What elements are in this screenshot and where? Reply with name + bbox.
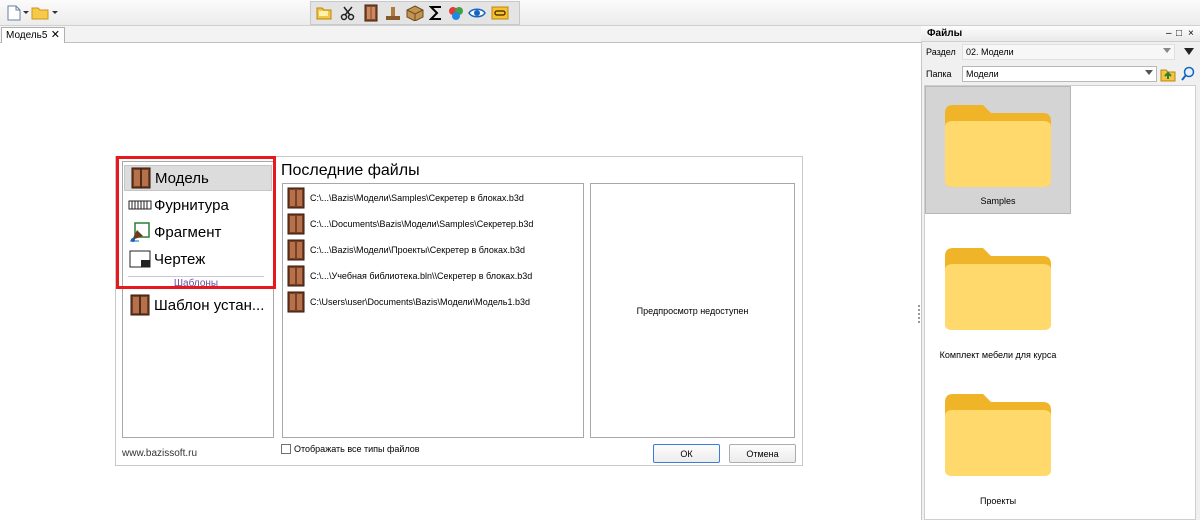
cabinet-icon[interactable] <box>361 3 381 23</box>
recent-file-path: C:\...\Учебная библиотека.bln\\Секретер … <box>310 271 533 281</box>
folder-icon <box>943 388 1053 481</box>
open-folder-icon[interactable] <box>30 3 50 23</box>
recent-file-path: C:\...\Documents\Bazis\Модели\Samples\Се… <box>310 219 534 229</box>
palette-icon[interactable] <box>446 3 466 23</box>
stamp-icon[interactable] <box>383 3 403 23</box>
checkbox-box[interactable] <box>281 444 291 454</box>
model-cabinet-icon <box>285 290 307 314</box>
open-dropdown-arrow[interactable] <box>52 11 58 14</box>
folder-icon <box>943 99 1053 192</box>
folder-item-samples[interactable]: Samples <box>925 86 1071 214</box>
document-tab-label: Модель5 <box>6 30 48 41</box>
preview-pane: Предпросмотр недоступен <box>590 183 795 438</box>
template-item[interactable]: Шаблон устан... <box>124 292 272 318</box>
recent-file-item[interactable]: C:\...\Documents\Bazis\Модели\Samples\Се… <box>285 212 533 236</box>
minimize-icon[interactable]: – <box>1166 27 1172 40</box>
highlight-box <box>116 156 276 289</box>
new-document-icon[interactable] <box>4 3 24 23</box>
show-all-types-label: Отображать все типы файлов <box>294 444 420 454</box>
recent-file-item[interactable]: C:\...\Bazis\Модели\Проекты\Секретер в б… <box>285 238 525 262</box>
model-cabinet-icon <box>285 264 307 288</box>
box-icon[interactable] <box>405 3 425 23</box>
recent-file-path: C:\Users\user\Documents\Bazis\Модели\Мод… <box>310 297 531 307</box>
files-panel-title: Файлы <box>927 28 963 39</box>
recent-file-item[interactable]: C:\...\Учебная библиотека.bln\\Секретер … <box>285 264 532 288</box>
sigma-icon[interactable] <box>426 3 446 23</box>
chevron-down-icon <box>1163 48 1171 53</box>
menu-arrow-icon[interactable] <box>1181 44 1197 60</box>
section-label: Раздел <box>926 47 956 57</box>
scissors-icon[interactable] <box>338 3 358 23</box>
model-cabinet-icon <box>285 212 307 236</box>
folder-item-furniture-set[interactable]: Комплект мебели для курса <box>925 232 1071 362</box>
folder-icon <box>943 242 1053 335</box>
search-icon[interactable] <box>1180 66 1196 82</box>
recent-file-path: C:\...\Bazis\Модели\Проекты\Секретер в б… <box>310 245 526 255</box>
folder-select[interactable]: Модели <box>962 66 1157 82</box>
link-icon[interactable] <box>490 3 510 23</box>
preview-unavailable-text: Предпросмотр недоступен <box>636 305 749 316</box>
recent-files-title: Последние файлы <box>281 162 420 179</box>
template-item-label: Шаблон устан... <box>154 296 265 314</box>
recent-file-path: C:\...\Bazis\Модели\Samples\Секретер в б… <box>310 193 524 203</box>
recent-file-item[interactable]: C:\...\Bazis\Модели\Samples\Секретер в б… <box>285 186 524 210</box>
folder-value: Модели <box>966 69 999 79</box>
section-value: 02. Модели <box>966 47 1014 57</box>
folder-name: Комплект мебели для курса <box>939 350 1057 360</box>
model-cabinet-icon <box>285 186 307 210</box>
close-icon[interactable]: × <box>1188 27 1194 40</box>
website-link[interactable]: www.bazissoft.ru <box>122 448 197 459</box>
show-all-types-checkbox[interactable]: Отображать все типы файлов <box>281 444 420 454</box>
model-cabinet-icon <box>285 238 307 262</box>
folder-name: Проекты <box>979 496 1017 506</box>
new-dropdown-arrow[interactable] <box>23 11 29 14</box>
folder-open-icon[interactable] <box>314 3 334 23</box>
document-tab-strip: Модель5 ✕ <box>0 26 921 43</box>
files-panel-header <box>921 26 1200 42</box>
close-icon[interactable]: ✕ <box>51 29 60 41</box>
folder-up-icon[interactable] <box>1160 66 1176 82</box>
section-select[interactable]: 02. Модели <box>962 44 1175 60</box>
document-tab[interactable]: Модель5 ✕ <box>1 27 65 43</box>
folder-item-projects[interactable]: Проекты <box>925 378 1071 508</box>
folder-name: Samples <box>980 196 1016 206</box>
recent-file-item[interactable]: C:\Users\user\Documents\Bazis\Модели\Мод… <box>285 290 530 314</box>
panel-splitter[interactable] <box>918 305 920 325</box>
chevron-down-icon <box>1145 70 1153 75</box>
ok-button[interactable]: ОК <box>653 444 720 463</box>
cancel-button[interactable]: Отмена <box>729 444 796 463</box>
maximize-icon[interactable]: □ <box>1176 27 1182 40</box>
eye-icon[interactable] <box>467 3 487 23</box>
model-cabinet-icon <box>128 293 152 317</box>
main-toolbar <box>0 0 1200 26</box>
folder-label: Папка <box>926 69 952 79</box>
